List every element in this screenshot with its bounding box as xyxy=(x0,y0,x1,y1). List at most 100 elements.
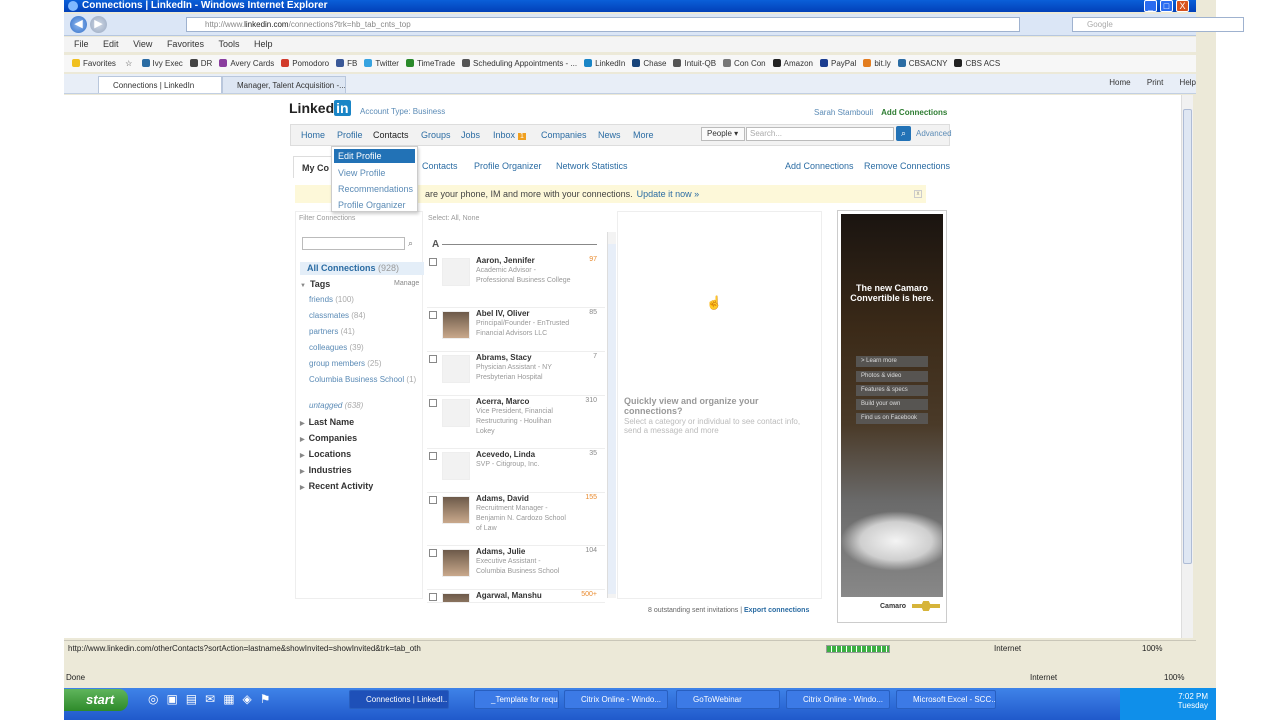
export-connections-link[interactable]: Export connections xyxy=(744,607,809,614)
taskbar-task[interactable]: _Template for reques... xyxy=(474,690,559,709)
connection-row[interactable]: Abrams, Stacy Physician Assistant - NY Pr… xyxy=(427,353,605,396)
taskbar-task[interactable]: Connections | LinkedI... xyxy=(349,690,449,709)
connection-name[interactable]: Acerra, Marco xyxy=(476,397,529,406)
status-zoom-outer[interactable]: 100% xyxy=(1164,670,1184,686)
connection-row[interactable]: Acerra, Marco Vice President, Financial R… xyxy=(427,397,605,449)
nav-groups[interactable]: Groups xyxy=(421,130,451,140)
search-icon[interactable]: ⌕ xyxy=(408,238,413,249)
connection-row[interactable]: Adams, David Recruitment Manager - Benjam… xyxy=(427,494,605,546)
nav-profile[interactable]: Profile xyxy=(337,130,363,140)
favorite-link[interactable]: bit.ly xyxy=(863,55,891,72)
search-icon[interactable]: ⌕ xyxy=(896,126,911,141)
connection-row[interactable]: Acevedo, Linda SVP - Citigroup, Inc. 35 xyxy=(427,450,605,493)
favorite-link[interactable]: Amazon xyxy=(772,55,813,72)
subnav-contacts[interactable]: Contacts xyxy=(422,161,458,171)
user-menu[interactable]: Sarah Stambouli Add Connections xyxy=(814,108,947,117)
nav-jobs[interactable]: Jobs xyxy=(461,130,480,140)
subnav-network-statistics[interactable]: Network Statistics xyxy=(556,161,628,171)
start-button[interactable]: start xyxy=(64,689,128,711)
menu-edit[interactable]: Edit xyxy=(103,39,119,49)
manage-tags-link[interactable]: Manage xyxy=(394,280,419,287)
menu-edit-profile[interactable]: Edit Profile xyxy=(334,149,415,163)
close-icon[interactable]: x xyxy=(914,190,922,198)
page-scrollbar[interactable] xyxy=(1181,95,1193,638)
nav-news[interactable]: News xyxy=(598,130,621,140)
filter-section[interactable]: ▶ Last Name xyxy=(300,417,354,427)
notice-link[interactable]: Update it now » xyxy=(637,189,700,199)
favorite-link[interactable]: CBSACNY xyxy=(897,55,947,72)
search-input[interactable]: Google xyxy=(1072,17,1244,32)
help-command[interactable]: Help xyxy=(1180,78,1196,87)
tag-filter[interactable]: untagged (638) xyxy=(309,401,419,410)
tag-filter[interactable]: friends (100) xyxy=(309,295,419,304)
tags-heading[interactable]: ▼ Tags xyxy=(300,279,330,289)
filter-section[interactable]: ▶ Companies xyxy=(300,433,357,443)
print-command[interactable]: Print xyxy=(1147,78,1163,87)
taskbar-task[interactable]: Microsoft Excel - SCC... xyxy=(896,690,996,709)
connection-name[interactable]: Aaron, Jennifer xyxy=(476,256,535,265)
favorite-link[interactable]: Pomodoro xyxy=(281,55,329,72)
favorite-link[interactable]: Twitter xyxy=(364,55,399,72)
favorite-link[interactable]: Con Con xyxy=(723,55,766,72)
favorite-link[interactable]: Scheduling Appointments - ... xyxy=(462,55,577,72)
favorite-link[interactable]: Chase xyxy=(632,55,666,72)
favorite-link[interactable]: Avery Cards xyxy=(219,55,274,72)
nav-more[interactable]: More xyxy=(633,130,654,140)
favorite-link[interactable]: DR xyxy=(189,55,212,72)
ad-photos[interactable]: Photos & video xyxy=(856,371,928,382)
ad-learn-more[interactable]: > Learn more xyxy=(856,356,928,367)
close-button[interactable]: X xyxy=(1176,0,1189,12)
menu-favorites[interactable]: Favorites xyxy=(167,39,204,49)
taskbar-task[interactable]: Citrix Online - Windo... xyxy=(786,690,890,709)
forward-icon[interactable]: ▶ xyxy=(90,16,107,33)
connection-row[interactable]: Abel IV, Oliver Principal/Founder - EnTru… xyxy=(427,309,605,352)
select-checkbox[interactable] xyxy=(429,258,437,266)
taskbar-task[interactable]: Citrix Online - Windo... xyxy=(564,690,668,709)
filter-section[interactable]: ▶ Locations xyxy=(300,449,351,459)
people-search-input[interactable]: Search... xyxy=(746,127,894,141)
tab-manager[interactable]: Manager, Talent Acquisition -... xyxy=(222,76,346,93)
nav-contacts[interactable]: Contacts xyxy=(373,130,409,140)
filter-section[interactable]: ▶ Industries xyxy=(300,465,352,475)
favorite-link[interactable]: LinkedIn xyxy=(584,55,625,72)
page-scroll-thumb[interactable] xyxy=(1183,109,1192,564)
favorite-link[interactable]: Ivy Exec xyxy=(141,55,183,72)
camaro-ad[interactable]: The new Camaro Convertible is here. > Le… xyxy=(837,210,947,623)
connection-name[interactable]: Agarwal, Manshu xyxy=(476,591,542,600)
connection-name[interactable]: Abel IV, Oliver xyxy=(476,309,530,318)
quick-launch-icons[interactable]: ◎▣▤✉▦◈⚑ xyxy=(148,692,279,706)
favorite-link[interactable]: CBS ACS xyxy=(954,55,1000,72)
connection-row[interactable]: Adams, Julie Executive Assistant - Columb… xyxy=(427,547,605,590)
menu-profile-organizer[interactable]: Profile Organizer xyxy=(332,197,417,213)
tag-filter[interactable]: classmates (84) xyxy=(309,311,419,320)
ad-features[interactable]: Features & specs xyxy=(856,385,928,396)
list-scrollbar[interactable] xyxy=(607,232,616,598)
subnav-remove-connections[interactable]: Remove Connections xyxy=(864,161,950,171)
favorites-button[interactable]: Favorites xyxy=(72,55,116,72)
menu-view[interactable]: View xyxy=(133,39,152,49)
search-scope-select[interactable]: People ▾ xyxy=(701,127,745,141)
select-all-none[interactable]: Select: All, None xyxy=(428,215,479,222)
select-checkbox[interactable] xyxy=(429,452,437,460)
taskbar-task[interactable]: GoToWebinar xyxy=(676,690,780,709)
add-favorite-icon[interactable]: ☆ xyxy=(125,55,132,72)
select-checkbox[interactable] xyxy=(429,311,437,319)
favorite-link[interactable]: TimeTrade xyxy=(405,55,455,72)
subnav-profile-organizer[interactable]: Profile Organizer xyxy=(474,161,542,171)
select-checkbox[interactable] xyxy=(429,496,437,504)
advanced-search-link[interactable]: Advanced xyxy=(916,129,952,138)
nav-inbox[interactable]: Inbox 1 xyxy=(493,130,526,140)
menu-tools[interactable]: Tools xyxy=(218,39,239,49)
connection-name[interactable]: Adams, David xyxy=(476,494,529,503)
select-checkbox[interactable] xyxy=(429,399,437,407)
menu-help[interactable]: Help xyxy=(254,39,273,49)
tag-filter[interactable]: partners (41) xyxy=(309,327,419,336)
select-checkbox[interactable] xyxy=(429,593,437,601)
tag-filter[interactable]: group members (25) xyxy=(309,359,419,368)
tab-connections[interactable]: Connections | LinkedIn xyxy=(98,76,222,93)
menu-file[interactable]: File xyxy=(74,39,89,49)
connection-row[interactable]: Agarwal, Manshu 500+ xyxy=(427,591,605,603)
menu-recommendations[interactable]: Recommendations xyxy=(332,181,417,197)
nav-companies[interactable]: Companies xyxy=(541,130,587,140)
all-connections-filter[interactable]: All Connections (928) xyxy=(300,262,424,275)
